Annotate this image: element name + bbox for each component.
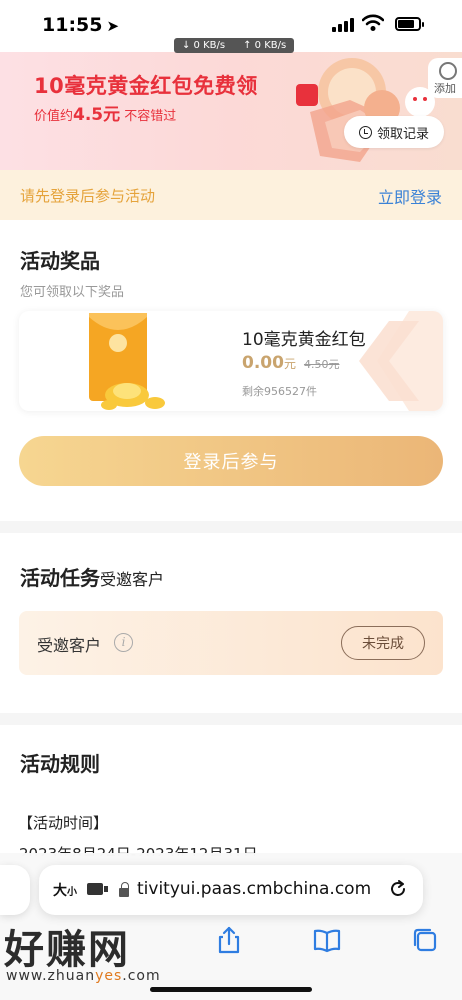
page-settings-label-small: 小 [67,887,77,898]
task-card: 受邀客户 i 未完成 [19,611,443,675]
history-clock-icon [358,125,372,139]
page-settings-button[interactable]: 大小 [53,880,77,900]
login-now-link[interactable]: 立即登录 [378,184,442,208]
bookmarks-icon[interactable] [312,925,342,955]
red-packet-illustration-icon [296,58,435,162]
share-icon[interactable] [214,925,244,955]
login-prompt-bar: 请先登录后参与活动 立即登录 [0,170,462,220]
tabs-icon[interactable] [410,925,440,955]
battery-icon [395,17,424,31]
banner-subtitle-suffix: 不容错过 [120,109,177,124]
banner-title: 10毫克黄金红包免费领 [34,74,258,98]
decorative-chevron-icon [359,311,443,411]
tasks-section-title: 活动任务受邀客户 [20,562,164,591]
cellular-signal-icon [332,18,354,32]
address-bar[interactable]: 大小 tivityui.paas.cmbchina.com [39,865,423,915]
browser-toolbar: 大小 tivityui.paas.cmbchina.com 好赚网 www.zh… [0,853,462,1000]
page-settings-label: 大 [53,883,67,899]
previous-tab-edge[interactable] [0,865,30,915]
section-divider [0,713,462,725]
watermark-url-suffix: .com [122,968,161,984]
clock-text: 11:55 [42,14,103,36]
network-speed-indicator: ↓ 0 KB/s ↑ 0 KB/s [174,38,295,53]
reload-icon[interactable] [389,880,407,898]
tasks-title-suffix: 受邀客户 [100,570,165,589]
prize-stock: 剩余956527件 [242,385,317,398]
task-name: 受邀客户 [37,636,102,655]
status-time: 11:55 ➤ [42,14,119,36]
net-up-text: ↑ 0 KB/s [243,40,287,51]
url-text[interactable]: tivityui.paas.cmbchina.com [137,879,371,899]
watermark-text: 好赚网 [4,927,130,973]
location-arrow-icon: ➤ [106,17,120,35]
gold-red-packet-icon [89,313,165,410]
rules-section-title: 活动规则 [20,752,100,776]
prize-card[interactable]: 10毫克黄金红包 0.00元 4.50元 剩余956527件 [19,311,443,411]
section-divider [0,521,462,533]
add-to-home-button[interactable]: 添加 [428,58,462,98]
banner-subtitle-price: 4.5元 [73,105,121,125]
login-to-join-button[interactable]: 登录后参与 [19,436,443,486]
promo-banner: 10毫克黄金红包免费领 价值约4.5元 不容错过 添加 领取记录 [0,52,462,170]
banner-subtitle: 价值约4.5元 不容错过 [34,100,176,125]
extension-icon[interactable] [87,883,108,895]
prizes-section-title: 活动奖品 [20,249,100,273]
tasks-title-text: 活动任务 [20,566,100,590]
prize-name: 10毫克黄金红包 [242,330,366,350]
wifi-icon [362,14,384,31]
prize-price-unit: 元 [283,357,296,371]
info-icon[interactable]: i [114,633,133,652]
claim-record-label: 领取记录 [376,126,429,142]
claim-record-button[interactable]: 领取记录 [344,116,444,148]
task-status-button[interactable]: 未完成 [341,626,425,660]
watermark-url-prefix: www.zhuan [6,968,96,984]
banner-subtitle-prefix: 价值约 [34,109,74,124]
lock-icon [119,882,129,897]
prize-price-value: 0.00 [242,353,284,373]
rules-time-label: 【活动时间】 [18,814,109,832]
net-down-text: ↓ 0 KB/s [182,40,226,51]
watermark-url: www.zhuanyes.com [6,968,161,984]
login-hint-text: 请先登录后参与活动 [20,187,156,205]
prize-price: 0.00元 4.50元 [242,353,339,373]
watermark-url-highlight: yes [95,968,123,984]
prize-original-price: 4.50元 [303,358,340,371]
prizes-section-subtitle: 您可领取以下奖品 [20,285,125,300]
home-indicator [150,987,312,992]
